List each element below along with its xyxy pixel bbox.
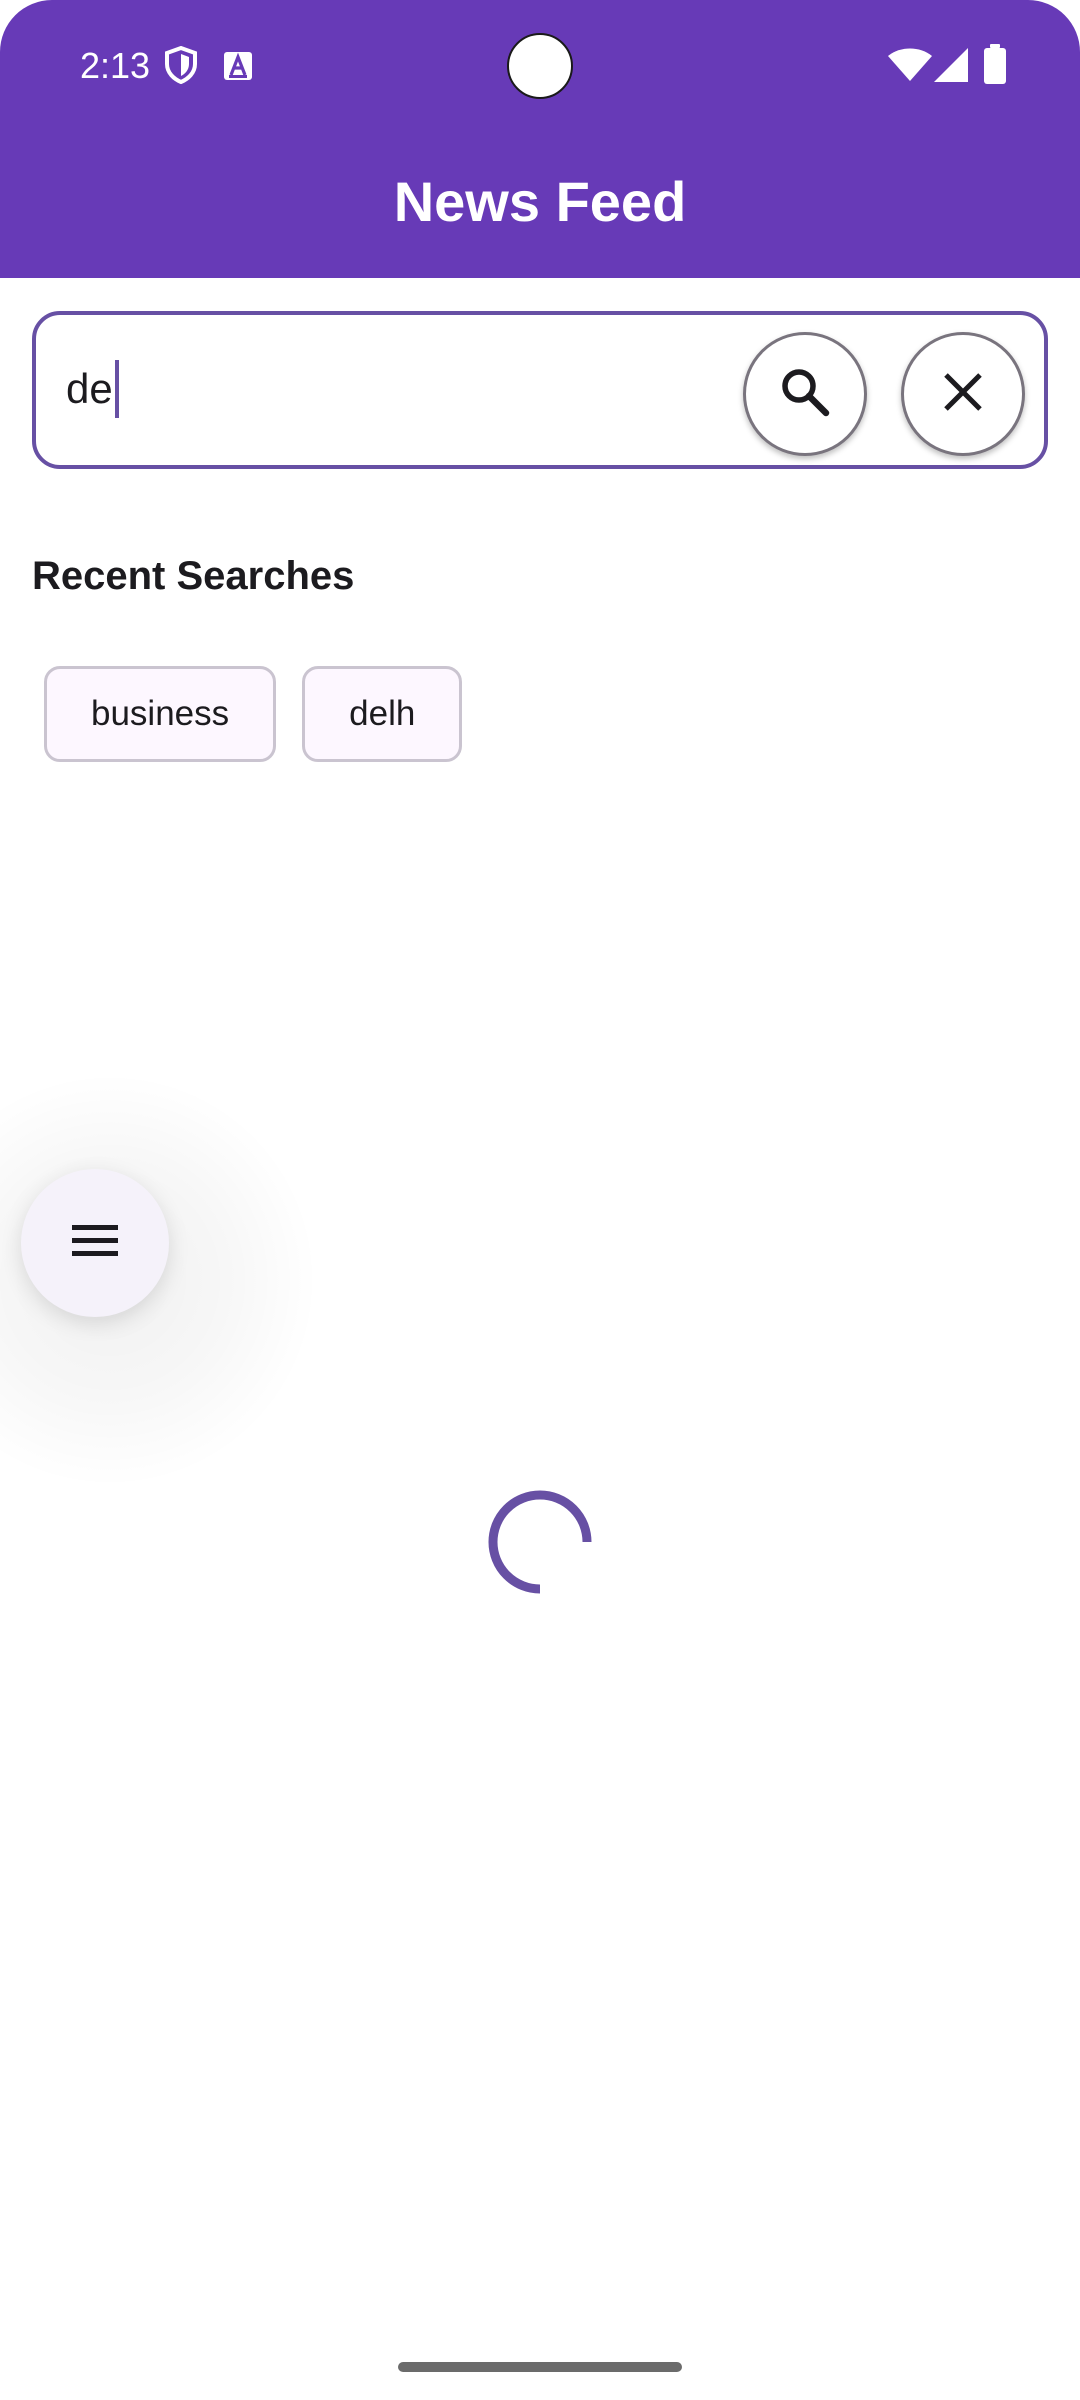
search-icon: [779, 366, 831, 423]
recent-search-chip[interactable]: delh: [302, 666, 463, 762]
close-icon: [941, 370, 985, 419]
page-title: News Feed: [393, 170, 687, 233]
recent-search-chip[interactable]: business: [44, 666, 277, 762]
cellular-signal-icon: [934, 48, 968, 87]
screen: 2:13 News Feed de Recent Searches busine…: [0, 0, 1080, 2400]
search-bar: de: [32, 311, 1048, 469]
app-header: 2:13 News Feed: [0, 0, 1080, 278]
wifi-icon: [888, 48, 932, 87]
menu-icon: [70, 1222, 120, 1265]
recent-searches-list: business delh: [44, 666, 463, 762]
shield-icon: [164, 45, 198, 89]
loading-spinner: [484, 1486, 596, 1598]
search-input[interactable]: de: [66, 359, 119, 419]
clear-button[interactable]: [901, 332, 1025, 456]
font-a-icon: [224, 52, 252, 85]
home-indicator[interactable]: [398, 2362, 682, 2372]
text-cursor: [114, 360, 119, 418]
search-button[interactable]: [743, 332, 867, 456]
recent-searches-title: Recent Searches: [32, 554, 355, 598]
status-bar: 2:13: [0, 0, 1080, 132]
camera-cutout: [507, 33, 573, 99]
menu-fab-button[interactable]: [21, 1169, 169, 1317]
status-time: 2:13: [80, 45, 151, 86]
battery-icon: [984, 44, 1006, 89]
search-input-value: de: [66, 365, 113, 412]
